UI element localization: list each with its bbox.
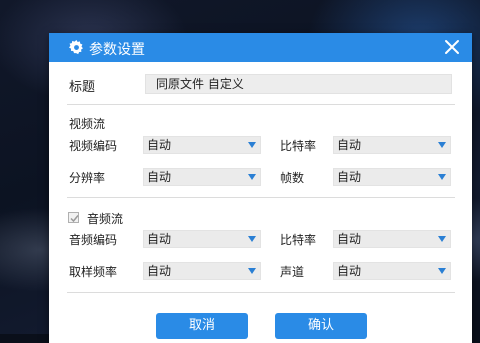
chevron-down-icon: [248, 174, 256, 180]
gear-icon: [69, 40, 83, 55]
chevron-down-icon: [248, 236, 256, 242]
audio-stream-checkbox[interactable]: [68, 212, 79, 223]
name-label: 标题: [69, 80, 96, 95]
audio-bitrate-label: 比特率: [280, 233, 317, 247]
chevron-down-icon: [248, 268, 256, 274]
dialog-title: 参数设置: [89, 42, 145, 58]
video-codec-select[interactable]: 自动: [143, 136, 261, 154]
divider: [67, 104, 455, 105]
confirm-button[interactable]: 确认: [275, 313, 367, 339]
select-value: 自动: [147, 232, 172, 246]
select-value: 自动: [147, 264, 172, 278]
samplerate-select[interactable]: 自动: [143, 262, 261, 280]
audio-codec-select[interactable]: 自动: [143, 230, 261, 248]
close-icon[interactable]: [444, 39, 460, 55]
video-codec-label: 视频编码: [69, 139, 118, 153]
select-value: 自动: [337, 170, 362, 184]
channel-select[interactable]: 自动: [333, 262, 451, 280]
chevron-down-icon: [248, 142, 256, 148]
channel-label: 声道: [280, 265, 305, 279]
framerate-select[interactable]: 自动: [333, 168, 451, 186]
chevron-down-icon: [438, 268, 446, 274]
video-bitrate-select[interactable]: 自动: [333, 136, 451, 154]
chevron-down-icon: [438, 142, 446, 148]
resolution-label: 分辨率: [69, 171, 106, 185]
video-bitrate-label: 比特率: [280, 139, 317, 153]
dialog-titlebar[interactable]: 参数设置: [49, 33, 472, 62]
divider: [67, 292, 455, 293]
samplerate-label: 取样频率: [69, 265, 118, 279]
name-input[interactable]: 同原文件 自定义: [145, 74, 452, 94]
divider: [67, 197, 455, 198]
audio-bitrate-select[interactable]: 自动: [333, 230, 451, 248]
cancel-button[interactable]: 取消: [156, 313, 248, 339]
chevron-down-icon: [438, 236, 446, 242]
select-value: 自动: [147, 138, 172, 152]
select-value: 自动: [337, 232, 362, 246]
select-value: 自动: [337, 264, 362, 278]
audio-codec-label: 音频编码: [69, 233, 118, 247]
check-icon: [70, 215, 79, 223]
framerate-label: 帧数: [280, 171, 305, 185]
select-value: 自动: [147, 170, 172, 184]
settings-dialog: 参数设置 标题 同原文件 自定义 视频流 视频编码 自动 比特率 自动 分辨率 …: [49, 33, 472, 343]
chevron-down-icon: [438, 174, 446, 180]
video-section-label: 视频流: [69, 117, 106, 131]
select-value: 自动: [337, 138, 362, 152]
audio-section-label: 音频流: [87, 212, 124, 226]
resolution-select[interactable]: 自动: [143, 168, 261, 186]
